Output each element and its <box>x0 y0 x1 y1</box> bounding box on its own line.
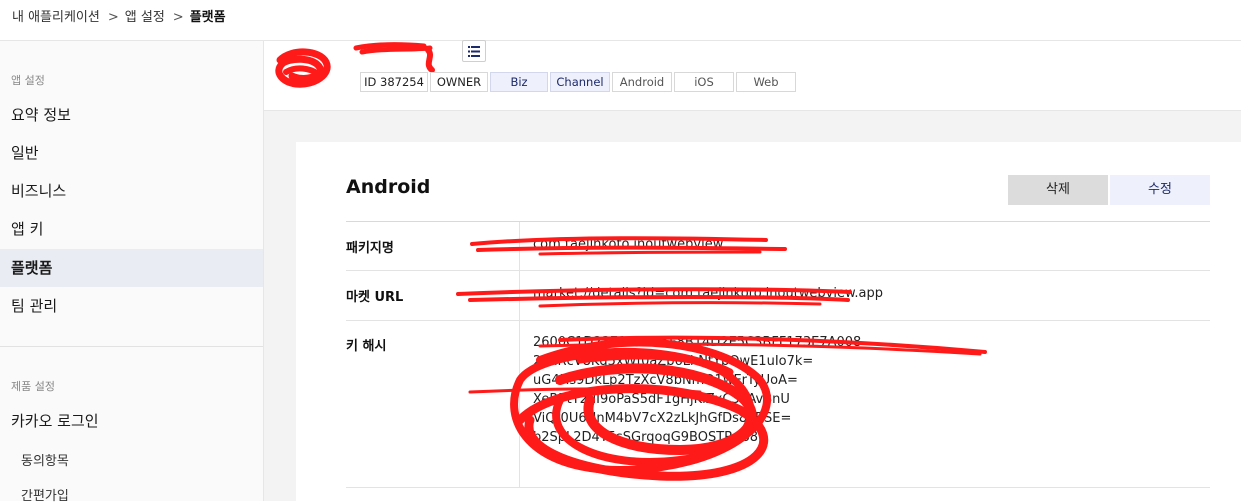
platform-card-android: Android 삭제 수정 패키지명 com.taejinkoto.inoutw… <box>296 142 1241 501</box>
breadcrumb-current: 플랫폼 <box>189 10 226 25</box>
tag-app-id: ID 387254 <box>360 72 428 92</box>
row-package-name: 패키지명 com.taejinkoto.inoutwebview <box>346 222 1210 271</box>
app-icon <box>274 46 334 88</box>
sidebar-subitem-simple-signup[interactable]: 간편가입 <box>21 485 69 504</box>
platform-info-table: 패키지명 com.taejinkoto.inoutwebview 마켓 URL … <box>346 221 1210 488</box>
row-market-url: 마켓 URL market://details?id=com.taejinkot… <box>346 271 1210 321</box>
sidebar-item-general[interactable]: 일반 <box>0 134 263 172</box>
breadcrumb: 내 애플리케이션 > 앱 설정 > 플랫폼 <box>12 6 226 25</box>
package-name-label: 패키지명 <box>346 241 394 256</box>
tag-biz: Biz <box>490 72 548 92</box>
sidebar-item-business[interactable]: 비즈니스 <box>0 172 263 210</box>
market-url-label: 마켓 URL <box>346 290 404 305</box>
top-bar: 내 애플리케이션 > 앱 설정 > 플랫폼 <box>0 0 1241 41</box>
sidebar-section-app-settings: 앱 설정 <box>11 74 45 87</box>
tag-web: Web <box>736 72 796 92</box>
key-hash-line: 2600C1D2371A1BE5F8B14D2E5C3BFF173E7A008 <box>533 335 862 350</box>
tag-android: Android <box>612 72 672 92</box>
breadcrumb-app-settings[interactable]: 앱 설정 <box>125 10 165 25</box>
app-header: ID 387254 OWNER Biz Channel Android iOS … <box>264 40 1241 111</box>
sidebar-item-kakao-login[interactable]: 카카오 로그인 <box>0 402 263 440</box>
key-hash-line: XeR7tY2uI9oPaS5dF1gHjKlZxC3vAvBnU <box>533 392 790 407</box>
sidebar-item-team[interactable]: 팀 관리 <box>0 287 263 325</box>
list-view-button[interactable] <box>462 40 486 62</box>
key-hash-line: uG4Hs9DkLp2TzXcV8bNmQ1wErTyUoA= <box>533 373 798 388</box>
breadcrumb-separator: > <box>107 10 119 25</box>
key-hash-line: 2jmRcV8Kq5xWf0aZb6LhNtYpQwE1uIo7k= <box>533 354 814 369</box>
key-hash-value: 2600C1D2371A1BE5F8B14D2E5C3BFF173E7A008 … <box>533 333 861 447</box>
app-tags: ID 387254 OWNER Biz Channel Android iOS … <box>360 72 798 92</box>
tag-channel: Channel <box>550 72 610 92</box>
market-url-value: market://details?id=com.taejinkoto.inout… <box>533 286 884 301</box>
tag-ios: iOS <box>674 72 734 92</box>
sidebar-subitem-consent[interactable]: 동의항목 <box>21 450 69 469</box>
sidebar: 앱 설정 요약 정보 일반 비즈니스 앱 키 플랫폼 팀 관리 제품 설정 카카… <box>0 41 264 504</box>
breadcrumb-my-apps[interactable]: 내 애플리케이션 <box>12 10 100 25</box>
key-hash-line: b2SpL2D4Y5sSGrqoqG9BOSTRp68= <box>533 430 769 445</box>
key-hash-line: ViQt0U6NnM4bV7cX2zLkJhGfDs8PRSE= <box>533 411 792 426</box>
tag-owner: OWNER <box>430 72 488 92</box>
row-key-hash: 키 해시 2600C1D2371A1BE5F8B14D2E5C3BFF173E7… <box>346 321 1210 488</box>
sidebar-divider <box>0 346 263 347</box>
key-hash-label: 키 해시 <box>346 339 387 354</box>
sidebar-item-summary[interactable]: 요약 정보 <box>0 96 263 134</box>
delete-button[interactable]: 삭제 <box>1008 175 1108 205</box>
sidebar-item-app-keys[interactable]: 앱 키 <box>0 210 263 248</box>
sidebar-item-platform[interactable]: 플랫폼 <box>0 249 263 287</box>
platform-title: Android <box>346 176 431 198</box>
breadcrumb-separator: > <box>172 10 184 25</box>
sidebar-section-product-settings: 제품 설정 <box>11 380 55 393</box>
edit-button[interactable]: 수정 <box>1110 175 1210 205</box>
list-icon <box>468 45 480 57</box>
app-name-redacted <box>352 42 452 73</box>
package-name-value: com.taejinkoto.inoutwebview <box>533 237 724 252</box>
